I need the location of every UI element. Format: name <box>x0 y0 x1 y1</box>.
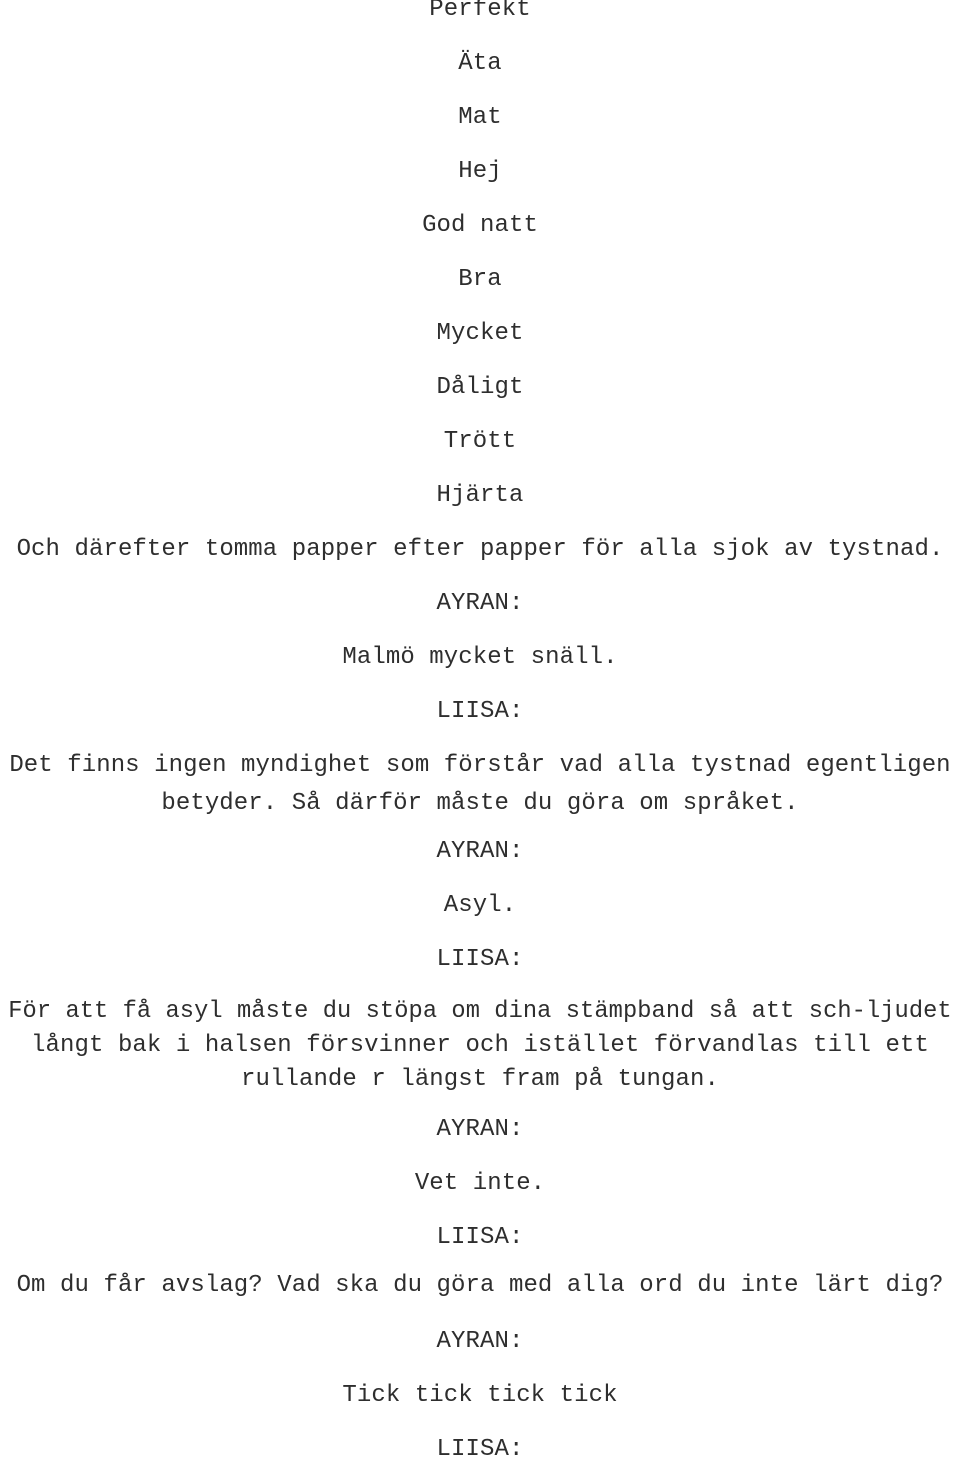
vocabulary-word: Perfekt <box>429 0 531 23</box>
vocabulary-word: Mycket <box>436 320 524 347</box>
vocabulary-word: Mat <box>458 104 502 131</box>
vocabulary-word: Dåligt <box>436 374 524 401</box>
dialogue-line: rullande r längst fram på tungan. <box>241 1066 719 1093</box>
dialogue-line: långt bak i halsen försvinner och iställ… <box>31 1032 929 1059</box>
dialogue-line: Tick tick tick tick <box>342 1382 618 1409</box>
vocabulary-word: God natt <box>422 212 538 239</box>
speaker-cue-ayran: AYRAN: <box>436 1328 524 1355</box>
speaker-cue-ayran: AYRAN: <box>436 590 524 617</box>
vocabulary-word: Hej <box>458 158 502 185</box>
speaker-cue-liisa: LIISA: <box>436 946 524 973</box>
dialogue-line: Om du får avslag? Vad ska du göra med al… <box>16 1272 944 1299</box>
speaker-cue-liisa: LIISA: <box>436 698 524 725</box>
narrative-line: Och därefter tomma papper efter papper f… <box>16 536 944 563</box>
dialogue-line: Asyl. <box>443 892 517 919</box>
speaker-cue-ayran: AYRAN: <box>436 838 524 865</box>
vocabulary-word: Bra <box>458 266 502 293</box>
document-page: Perfekt Äta Mat Hej God natt Bra Mycket Dåligt T… <box>0 0 960 1457</box>
dialogue-line: Vet inte. <box>414 1170 546 1197</box>
dialogue-line: Malmö mycket snäll. <box>342 644 618 671</box>
speaker-cue-liisa: LIISA: <box>436 1436 524 1457</box>
speaker-cue-ayran: AYRAN: <box>436 1116 524 1143</box>
dialogue-line: Det finns ingen myndighet som förstår va… <box>9 752 951 779</box>
speaker-cue-liisa: LIISA: <box>436 1224 524 1251</box>
dialogue-line: betyder. Så därför måste du göra om språ… <box>161 790 799 817</box>
vocabulary-word: Trött <box>443 428 517 455</box>
dialogue-line: För att få asyl måste du stöpa om dina s… <box>8 998 952 1025</box>
vocabulary-word: Äta <box>458 50 502 77</box>
vocabulary-word: Hjärta <box>436 482 524 509</box>
